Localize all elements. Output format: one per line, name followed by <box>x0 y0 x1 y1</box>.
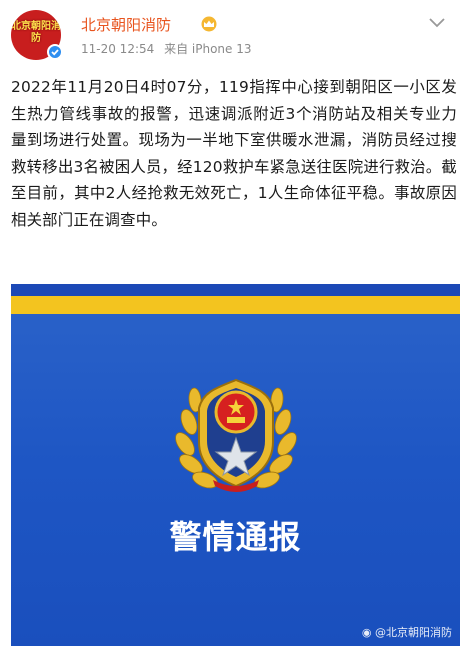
verified-icon <box>47 44 63 60</box>
post-meta: 11-20 12:54 来自 iPhone 13 <box>81 40 258 57</box>
post-body-text: 2022年11月20日4时07分，119指挥中心接到朝阳区一小区发生热力管线事故… <box>11 78 457 229</box>
post-header: 北京朝阳消防 北京朝阳消防 11-20 12:54 来自 iPhone 13 <box>0 0 460 60</box>
image-title: 警情通报 <box>169 518 302 556</box>
fire-rescue-emblem-icon <box>175 378 297 492</box>
more-chevron-icon[interactable] <box>425 15 449 31</box>
image-top-stripe <box>11 284 460 296</box>
username[interactable]: 北京朝阳消防 <box>81 14 171 35</box>
image-watermark: ◉ @北京朝阳消防 <box>362 624 452 640</box>
watermark-text: @北京朝阳消防 <box>375 626 452 639</box>
timestamp: 11-20 12:54 <box>81 42 155 56</box>
weibo-logo-icon: ◉ <box>361 626 372 639</box>
post-image[interactable]: 警情通报 ◉ @北京朝阳消防 <box>11 284 460 646</box>
vip-crown-icon <box>201 16 217 32</box>
avatar-logo-text: 北京朝阳消防 <box>11 21 61 44</box>
image-yellow-stripe <box>11 296 460 314</box>
post-source: 来自 iPhone 13 <box>164 42 252 56</box>
